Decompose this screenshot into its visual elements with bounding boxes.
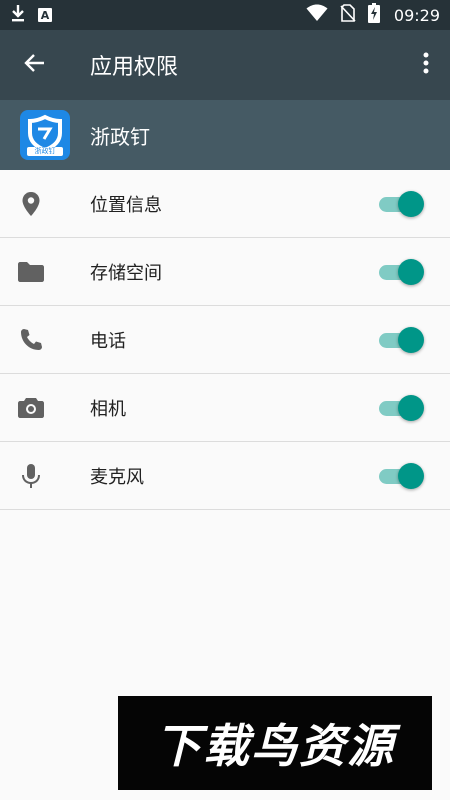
microphone-toggle[interactable] bbox=[376, 461, 428, 491]
wifi-icon bbox=[306, 4, 328, 26]
permission-row-storage[interactable]: 存储空间 bbox=[0, 238, 450, 306]
folder-icon bbox=[0, 261, 62, 283]
watermark-text: 下载鸟资源 bbox=[155, 719, 395, 773]
toggle-thumb bbox=[398, 258, 424, 285]
permission-label: 相机 bbox=[90, 398, 126, 420]
app-logo: 浙政钉 bbox=[20, 110, 70, 160]
permission-row-camera[interactable]: 相机 bbox=[0, 374, 450, 442]
location-pin-icon bbox=[0, 191, 62, 217]
phone-icon bbox=[0, 328, 62, 352]
storage-toggle[interactable] bbox=[376, 257, 428, 287]
status-bar-right: 09:29 bbox=[306, 3, 440, 27]
back-button[interactable] bbox=[0, 30, 70, 100]
clock: 09:29 bbox=[393, 5, 440, 25]
permission-row-phone[interactable]: 电话 bbox=[0, 306, 450, 374]
camera-icon bbox=[0, 397, 62, 419]
no-sim-icon bbox=[340, 4, 356, 26]
battery-charging-icon bbox=[367, 3, 380, 27]
watermark-banner: 下载鸟资源 bbox=[118, 696, 432, 790]
toggle-thumb bbox=[398, 326, 424, 353]
permission-row-microphone[interactable]: 麦克风 bbox=[0, 442, 450, 510]
download-icon bbox=[10, 4, 26, 26]
app-name: 浙政钉 bbox=[90, 124, 150, 149]
status-bar: A 09:29 bbox=[0, 0, 450, 30]
app-toolbar: 应用权限 bbox=[0, 30, 450, 100]
page-title: 应用权限 bbox=[90, 55, 179, 80]
more-vert-icon bbox=[423, 52, 429, 78]
permission-list: 位置信息 存储空间 电话 相机 麦克风 bbox=[0, 170, 450, 510]
a-icon: A bbox=[38, 8, 52, 22]
toggle-thumb bbox=[398, 394, 424, 421]
permission-label: 麦克风 bbox=[90, 466, 144, 488]
phone-toggle[interactable] bbox=[376, 325, 428, 355]
more-options-button[interactable] bbox=[402, 30, 450, 100]
permission-label: 存储空间 bbox=[90, 262, 162, 284]
toggle-thumb bbox=[398, 190, 424, 217]
arrow-left-icon bbox=[23, 51, 47, 79]
camera-toggle[interactable] bbox=[376, 393, 428, 423]
permission-label: 位置信息 bbox=[90, 194, 162, 216]
permission-label: 电话 bbox=[90, 330, 126, 352]
toggle-thumb bbox=[398, 462, 424, 489]
location-toggle[interactable] bbox=[376, 189, 428, 219]
status-bar-left: A bbox=[10, 4, 52, 26]
permission-row-location[interactable]: 位置信息 bbox=[0, 170, 450, 238]
microphone-icon bbox=[0, 463, 62, 489]
app-logo-label: 浙政钉 bbox=[27, 147, 63, 156]
app-header: 浙政钉 浙政钉 bbox=[0, 100, 450, 170]
